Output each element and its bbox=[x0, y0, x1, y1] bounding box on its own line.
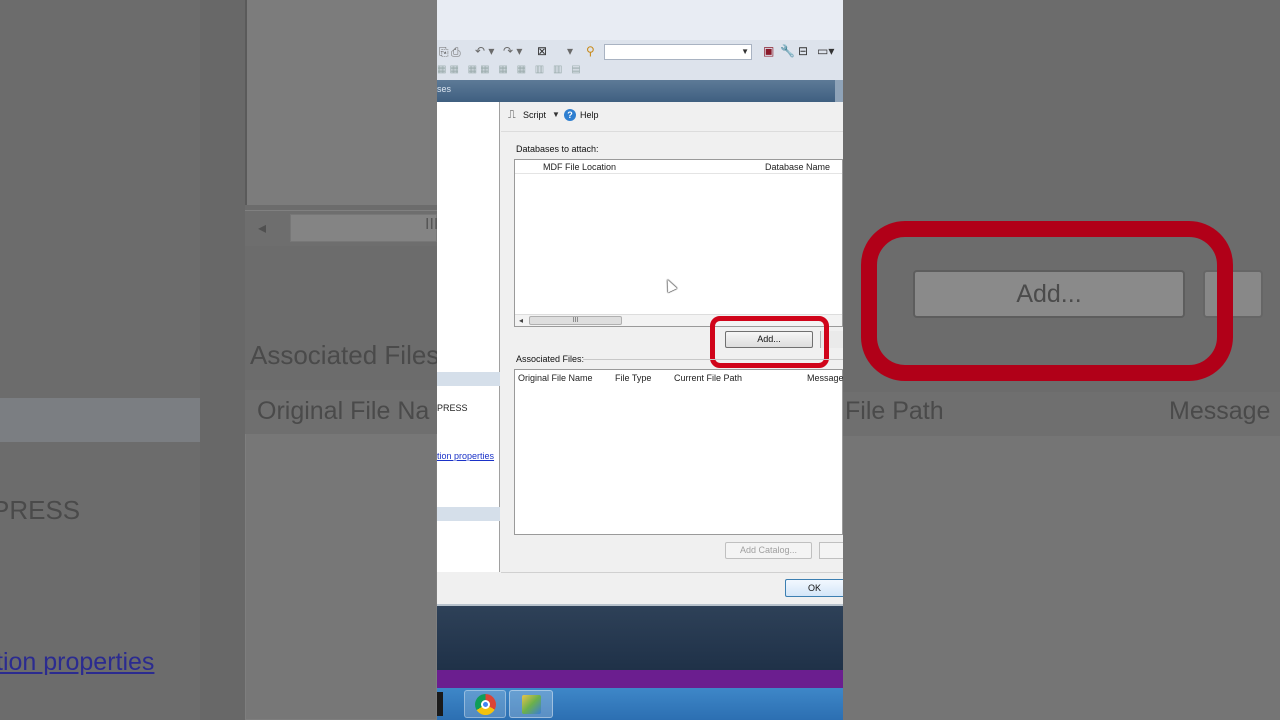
toolbar-second-row: ▦▦ ▦▦ ▦ ▦ ▥ ▥ ▤ bbox=[437, 64, 584, 75]
column-file-type[interactable]: File Type bbox=[615, 373, 651, 383]
taskbar bbox=[437, 688, 843, 720]
progress-section-header bbox=[437, 507, 500, 521]
redo-icon[interactable]: ↷ ▾ bbox=[503, 44, 522, 58]
databases-grid-header: MDF File Location Database Name bbox=[515, 160, 842, 174]
ok-button[interactable]: OK bbox=[785, 579, 843, 597]
undo-icon[interactable]: ↶ ▾ bbox=[475, 44, 494, 58]
dialog-left-pane: PRESS tion properties bbox=[437, 102, 500, 572]
highlight-ring bbox=[710, 316, 829, 368]
divider bbox=[501, 572, 843, 573]
registered-servers-icon[interactable]: ▣ bbox=[763, 44, 774, 58]
script-icon[interactable]: ⎍ bbox=[508, 109, 516, 122]
wrench-icon[interactable]: 🔧 bbox=[780, 44, 795, 58]
background-message-header: Message bbox=[1169, 397, 1271, 425]
toolbar-faded-icon[interactable]: ⎙ bbox=[451, 45, 461, 60]
help-button[interactable]: Help bbox=[580, 110, 599, 120]
taskbar-item[interactable] bbox=[437, 692, 443, 716]
background-highlight-ring bbox=[861, 221, 1233, 381]
background-file-path-header: File Path bbox=[845, 397, 944, 425]
dropdown-arrow-icon[interactable]: ▾ bbox=[567, 44, 573, 58]
connection-section-header bbox=[437, 372, 500, 386]
background-scroll-left-icon: ◂ bbox=[258, 220, 267, 237]
help-icon[interactable]: ? bbox=[564, 109, 576, 121]
background-strip bbox=[200, 0, 245, 720]
zoomed-background-right: Add... File Path Message bbox=[843, 0, 1280, 720]
close-icon[interactable] bbox=[835, 80, 843, 102]
query-icon[interactable]: ⊠ bbox=[537, 44, 547, 58]
toolbar-combo[interactable]: ▼ bbox=[604, 44, 752, 60]
background-grid-body bbox=[843, 436, 1280, 720]
toolbox-icon[interactable]: ⊟ bbox=[798, 44, 808, 58]
find-icon[interactable]: ⚲ bbox=[586, 44, 595, 58]
add-catalog-button[interactable]: Add Catalog... bbox=[725, 542, 812, 559]
chrome-taskbar-button[interactable] bbox=[464, 690, 506, 718]
associated-files-grid[interactable]: Original File Name File Type Current Fil… bbox=[514, 369, 843, 535]
toolbar-faded-icon[interactable]: ⎘ bbox=[439, 45, 449, 60]
column-database-name[interactable]: Database Name bbox=[765, 162, 830, 172]
app-icon bbox=[522, 695, 541, 714]
background-selected-band bbox=[0, 398, 200, 442]
chevron-down-icon[interactable]: ▼ bbox=[552, 110, 560, 119]
background-associated-grid bbox=[245, 390, 437, 720]
desktop-background bbox=[437, 606, 843, 670]
background-properties-link: tion properties bbox=[0, 648, 155, 676]
databases-grid[interactable]: MDF File Location Database Name ◂ III bbox=[514, 159, 843, 327]
background-original-file-name: Original File Na bbox=[257, 397, 430, 425]
chrome-icon-center bbox=[481, 700, 490, 709]
background-scroll-thumb bbox=[290, 214, 437, 242]
script-button[interactable]: Script bbox=[523, 110, 546, 120]
chevron-down-icon: ▼ bbox=[741, 47, 749, 56]
screenshot-center: ⎘ ⎙ ↶ ▾ ↷ ▾ ⊠ ▾ ⚲ ▣ 🔧 ⊟ ▭▾ ▼ ▦▦ ▦▦ ▦ ▦ ▥… bbox=[437, 0, 843, 720]
app-taskbar-button[interactable] bbox=[509, 690, 553, 718]
background-server-name: PRESS bbox=[0, 495, 81, 525]
column-current-file-path[interactable]: Current File Path bbox=[674, 373, 742, 383]
window-icon[interactable]: ▭▾ bbox=[817, 44, 834, 58]
attach-databases-dialog: PRESS tion properties ⎍ Script ▼ ? Help … bbox=[437, 102, 843, 606]
scroll-left-icon[interactable]: ◂ bbox=[519, 315, 523, 326]
databases-to-attach-label: Databases to attach: bbox=[516, 144, 599, 154]
server-name: PRESS bbox=[437, 403, 468, 413]
column-message[interactable]: Message bbox=[807, 373, 843, 383]
remove-catalog-button[interactable] bbox=[819, 542, 843, 559]
column-original-file-name[interactable]: Original File Name bbox=[518, 373, 593, 383]
dialog-toolbar: ⎍ Script ▼ ? Help bbox=[501, 102, 843, 132]
zoomed-background-left: ◂ III Associated Files Original File Na … bbox=[0, 0, 437, 720]
scroll-thumb[interactable]: III bbox=[529, 316, 622, 325]
background-upper-area bbox=[843, 0, 1280, 205]
dialog-title-bar: ses bbox=[437, 80, 843, 102]
background-scroll-grip: III bbox=[425, 216, 437, 233]
column-mdf-file-location[interactable]: MDF File Location bbox=[543, 162, 616, 172]
background-associated-label: Associated Files bbox=[250, 340, 437, 370]
desktop-stripe bbox=[437, 670, 843, 688]
associated-files-label: Associated Files: bbox=[516, 354, 585, 364]
view-connection-properties-link[interactable]: tion properties bbox=[437, 451, 494, 461]
background-grid-area bbox=[245, 0, 437, 205]
dialog-title: ses bbox=[437, 84, 452, 94]
divider bbox=[583, 359, 843, 360]
